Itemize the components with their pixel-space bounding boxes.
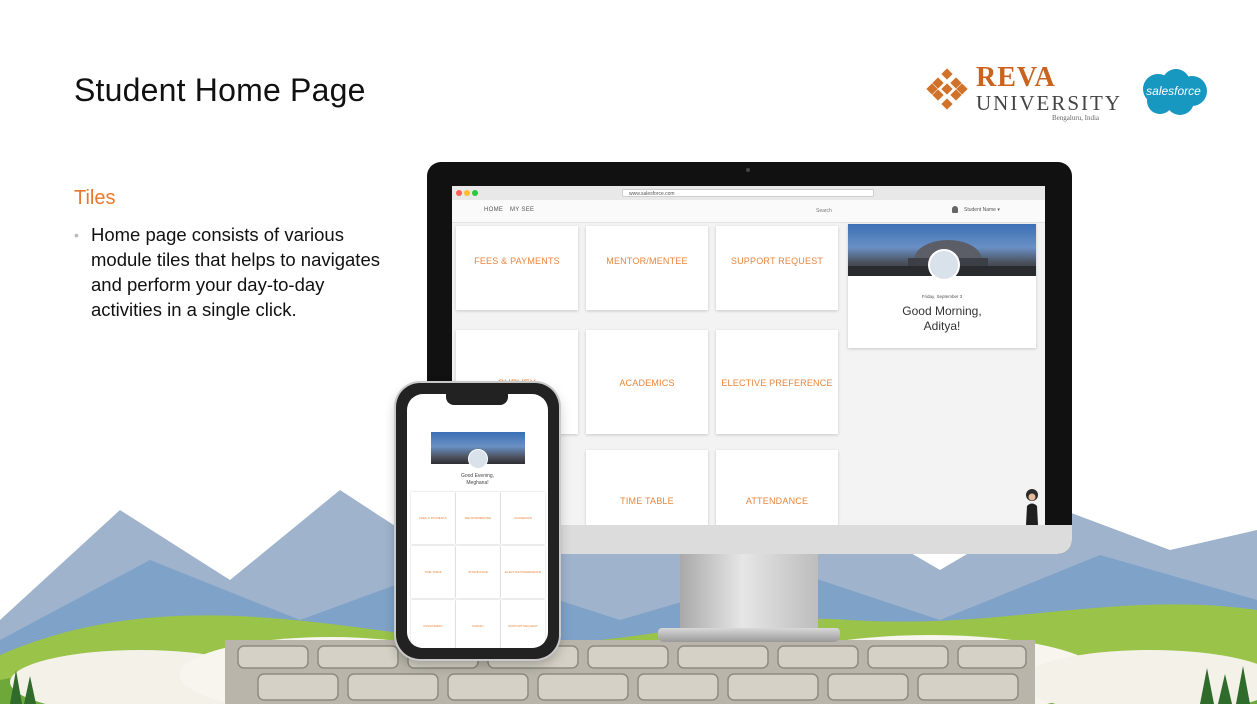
mobile-tile-label: ELECTIVE PREFERENCE	[505, 570, 541, 574]
mobile-tile-label: ASSIGNMENT	[423, 624, 443, 628]
close-window-icon[interactable]	[456, 190, 462, 196]
mobile-tile[interactable]: ACADEMICS	[501, 492, 545, 544]
mobile-tile[interactable]: ATTENDANCE	[456, 546, 500, 598]
mobile-tile[interactable]: SUPPORT REQUEST	[501, 600, 545, 648]
tile-label: MENTOR/MENTEE	[606, 256, 688, 266]
mobile-tile[interactable]: ELECTIVE PREFERENCE	[501, 546, 545, 598]
tile-label: SUPPORT REQUEST	[730, 256, 824, 266]
tile-label: ATTENDANCE	[745, 496, 809, 506]
mobile-tile[interactable]: MENTOR/MENTEE	[456, 492, 500, 544]
reva-logo-subtitle: UNIVERSITY	[976, 91, 1122, 115]
app-nav-bar: HOME MY SEE Search Student Name ▾	[452, 200, 1045, 223]
minimize-window-icon[interactable]	[464, 190, 470, 196]
mobile-tile-label: FEES & PAYMENTS	[419, 516, 447, 520]
mobile-avatar-icon	[468, 449, 488, 469]
address-bar[interactable]: www.salesforce.com	[622, 189, 874, 197]
user-avatar-icon	[928, 249, 960, 281]
bullet-text: Home page consists of various module til…	[91, 224, 380, 320]
notification-bell-icon[interactable]	[952, 206, 958, 213]
bullet-marker: •	[74, 227, 79, 243]
tile-label: ELECTIVE PREFERENCE	[721, 378, 833, 388]
tile-label: ACADEMICS	[619, 378, 675, 388]
camera-icon	[746, 168, 750, 172]
mobile-tile-label: ACADEMICS	[514, 516, 532, 520]
mobile-tile-label: TIME TABLE	[424, 570, 442, 574]
mobile-tile-label: ATTENDANCE	[467, 570, 489, 574]
tile-label: FEES & PAYMENTS	[474, 256, 560, 266]
phone-notch	[446, 394, 508, 405]
browser-toolbar: www.salesforce.com	[452, 186, 1045, 201]
mobile-tile[interactable]: SURVEY	[456, 600, 500, 648]
tile-time-table[interactable]: TIME TABLE	[586, 450, 708, 525]
salesforce-logo-text: salesforce	[1146, 84, 1201, 98]
profile-date: Friday, September 3	[921, 294, 963, 299]
salesforce-logo: salesforce	[1136, 67, 1211, 119]
profile-greeting: Good Morning, Aditya!	[848, 304, 1036, 334]
mobile-screen: Good Evening, Meghana! FEES & PAYMENTS M…	[407, 394, 548, 648]
reva-emblem-icon	[926, 68, 968, 110]
section-heading: Tiles	[74, 187, 116, 209]
reva-logo-name: REVA	[976, 62, 1056, 93]
mobile-tile-label: SURVEY	[471, 624, 485, 628]
tile-attendance[interactable]: ATTENDANCE	[716, 450, 838, 525]
monitor-stand	[680, 554, 818, 632]
tile-label: TIME TABLE	[620, 496, 674, 506]
user-menu[interactable]: Student Name ▾	[964, 207, 1000, 213]
mobile-greeting-line-2: Meghana!	[466, 480, 489, 486]
slide: Student Home Page REVA UNIVERSITY Bengal…	[0, 0, 1257, 704]
mobile-greeting-line-1: Good Evening,	[460, 473, 495, 479]
greeting-line-1: Good Morning,	[902, 304, 982, 318]
tile-support-request[interactable]: SUPPORT REQUEST	[716, 226, 838, 310]
maximize-window-icon[interactable]	[472, 190, 478, 196]
tile-fees-payments[interactable]: FEES & PAYMENTS	[456, 226, 578, 310]
mobile-tile-label: MENTOR/MENTEE	[464, 516, 492, 520]
mobile-greeting: Good Evening, Meghana!	[407, 473, 548, 487]
mobile-tile[interactable]: TIME TABLE	[411, 546, 455, 598]
slide-title: Student Home Page	[74, 72, 366, 108]
profile-card: Friday, September 3 Good Morning, Aditya…	[848, 224, 1036, 348]
tile-mentor-mentee[interactable]: MENTOR/MENTEE	[586, 226, 708, 310]
mobile-tile-label: SUPPORT REQUEST	[508, 624, 538, 628]
reva-logo-location: Bengaluru, India	[1052, 114, 1100, 122]
mobile-tile[interactable]: FEES & PAYMENTS	[411, 492, 455, 544]
nav-my-see[interactable]: MY SEE	[510, 207, 534, 213]
greeting-line-2: Aditya!	[923, 319, 961, 333]
chat-assistant-icon[interactable]	[1024, 486, 1040, 525]
reva-university-logo: REVA UNIVERSITY Bengaluru, India	[926, 62, 1120, 122]
tile-academics[interactable]: ACADEMICS	[586, 330, 708, 434]
tile-elective-preference[interactable]: ELECTIVE PREFERENCE	[716, 330, 838, 434]
monitor-stand-base	[658, 628, 840, 642]
mobile-tile[interactable]: ASSIGNMENT	[411, 600, 455, 648]
nav-home[interactable]: HOME	[484, 207, 503, 213]
search-input[interactable]: Search	[812, 205, 936, 217]
